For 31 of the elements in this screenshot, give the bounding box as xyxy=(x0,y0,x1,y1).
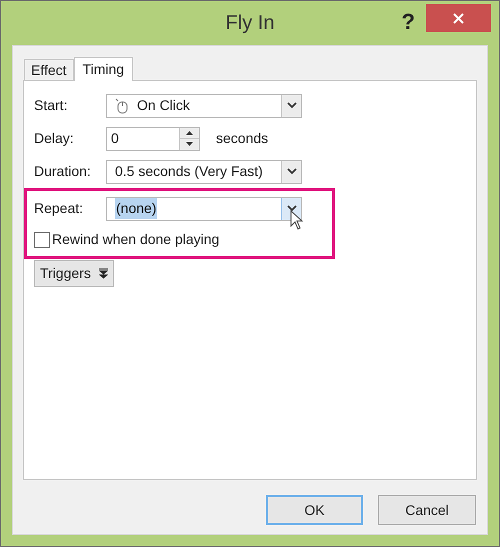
window-title: Fly In xyxy=(226,11,274,36)
checkbox-label: Rewind when done playing xyxy=(52,230,220,249)
field-label: Duration: xyxy=(34,162,92,181)
field-label: Start: xyxy=(34,96,68,115)
mouse-icon xyxy=(115,98,129,114)
help-button[interactable]: ? xyxy=(402,5,415,38)
dropdown[interactable]: 0.5 seconds (Very Fast) xyxy=(106,160,302,184)
close-button[interactable] xyxy=(426,4,491,32)
tab[interactable]: Effect xyxy=(24,59,74,80)
dialog-button[interactable]: OK xyxy=(266,495,363,525)
cursor-icon xyxy=(290,210,304,230)
up-triangle-icon xyxy=(186,130,193,135)
field-label: Delay: xyxy=(34,129,75,148)
checkbox[interactable] xyxy=(34,232,50,248)
dropdown-value: 0.5 seconds (Very Fast) xyxy=(115,162,263,181)
dropdown-value: (none) xyxy=(115,198,158,219)
unit-label: seconds xyxy=(216,129,268,148)
close-icon xyxy=(453,12,464,24)
chevron-down-icon xyxy=(286,102,296,109)
dropdown-value: On Click xyxy=(137,96,190,115)
spinner-value: 0 xyxy=(110,129,120,148)
tab[interactable]: Timing xyxy=(74,57,134,81)
triggers-button[interactable]: Triggers xyxy=(34,260,114,287)
double-chevron-down-icon xyxy=(98,268,108,279)
dialog-button[interactable]: Cancel xyxy=(378,495,476,525)
field-label: Repeat: xyxy=(34,199,84,218)
dropdown[interactable]: On Click xyxy=(106,94,302,118)
chevron-down-icon xyxy=(286,168,296,175)
down-triangle-icon xyxy=(186,142,193,146)
chevron-down-icon xyxy=(286,205,296,212)
spinner-field[interactable]: 0 xyxy=(106,126,200,150)
